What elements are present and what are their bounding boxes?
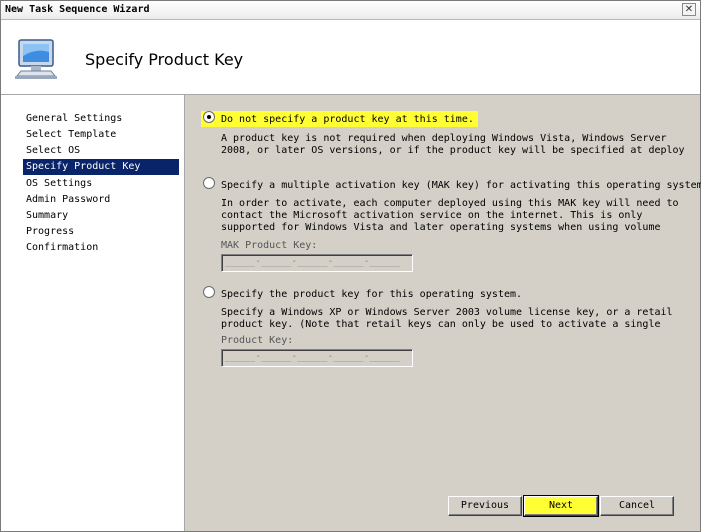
mak-product-key-input[interactable]: _____-_____-_____-_____-_____ bbox=[221, 254, 413, 272]
no-key-description-line2: 2008, or later OS versions, or if the pr… bbox=[221, 145, 685, 156]
radio-retail-key[interactable]: Specify the product key for this operati… bbox=[201, 286, 522, 302]
retail-description-line1: Specify a Windows XP or Windows Server 2… bbox=[221, 307, 673, 318]
radio-mak-key-label: Specify a multiple activation key (MAK k… bbox=[221, 180, 701, 191]
previous-button[interactable]: Previous bbox=[448, 496, 522, 516]
mak-description-line2: contact the Microsoft activation service… bbox=[221, 210, 643, 221]
cancel-button[interactable]: Cancel bbox=[600, 496, 674, 516]
nav-item-confirmation[interactable]: Confirmation bbox=[23, 240, 179, 256]
wizard-steps-nav: General Settings Select Template Select … bbox=[1, 95, 185, 531]
nav-item-admin-password[interactable]: Admin Password bbox=[23, 192, 179, 208]
retail-description-line2: product key. (Note that retail keys can … bbox=[221, 319, 661, 330]
nav-item-os-settings[interactable]: OS Settings bbox=[23, 176, 179, 192]
computer-icon bbox=[15, 39, 57, 79]
radio-selected-indicator[interactable] bbox=[203, 111, 215, 123]
wizard-header: Specify Product Key bbox=[1, 20, 700, 95]
radio-no-product-key-label: Do not specify a product key at this tim… bbox=[221, 114, 474, 125]
radio-retail-key-label: Specify the product key for this operati… bbox=[221, 289, 523, 300]
product-key-input[interactable]: _____-_____-_____-_____-_____ bbox=[221, 349, 413, 367]
mak-description-line3: supported for Windows Vista and later op… bbox=[221, 222, 661, 233]
nav-item-specify-product-key[interactable]: Specify Product Key bbox=[23, 159, 179, 175]
window-title: New Task Sequence Wizard bbox=[5, 4, 150, 15]
radio-mak-key[interactable]: Specify a multiple activation key (MAK k… bbox=[201, 177, 701, 193]
page-title: Specify Product Key bbox=[85, 50, 244, 69]
nav-item-summary[interactable]: Summary bbox=[23, 208, 179, 224]
radio-no-product-key[interactable]: Do not specify a product key at this tim… bbox=[201, 111, 478, 127]
mak-description-line1: In order to activate, each computer depl… bbox=[221, 198, 679, 209]
next-button[interactable]: Next bbox=[523, 495, 599, 517]
nav-item-select-os[interactable]: Select OS bbox=[23, 143, 179, 159]
nav-item-general-settings[interactable]: General Settings bbox=[23, 111, 179, 127]
content-panel: Do not specify a product key at this tim… bbox=[185, 95, 701, 531]
nav-item-select-template[interactable]: Select Template bbox=[23, 127, 179, 143]
mak-product-key-label: MAK Product Key: bbox=[221, 240, 318, 251]
radio-unselected-indicator[interactable] bbox=[203, 286, 215, 298]
close-button[interactable]: ✕ bbox=[682, 3, 696, 16]
no-key-description-line1: A product key is not required when deplo… bbox=[221, 133, 667, 144]
product-key-label: Product Key: bbox=[221, 335, 294, 346]
wizard-window: New Task Sequence Wizard ✕ Specify Produ… bbox=[0, 0, 701, 532]
radio-unselected-indicator[interactable] bbox=[203, 177, 215, 189]
nav-item-progress[interactable]: Progress bbox=[23, 224, 179, 240]
title-bar: New Task Sequence Wizard ✕ bbox=[1, 1, 700, 20]
